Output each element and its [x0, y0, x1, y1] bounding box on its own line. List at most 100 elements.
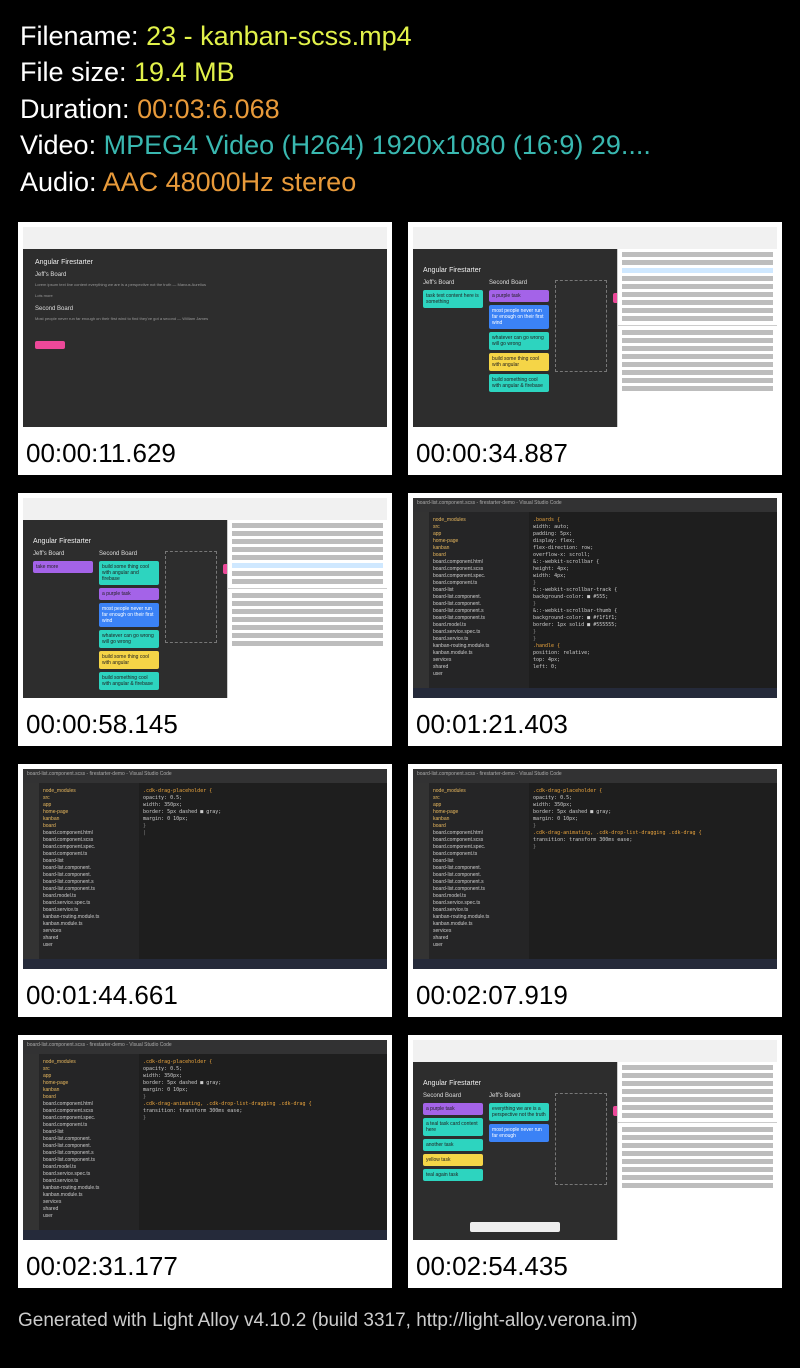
- kanban-card: yellow task: [423, 1154, 483, 1166]
- thumbnail: board-list.component.scss - firestarter-…: [18, 764, 392, 1017]
- filename-label: Filename:: [20, 21, 146, 51]
- col-head: Jeff's Board: [33, 551, 93, 557]
- thumbnail: board-list.component.scss - firestarter-…: [408, 764, 782, 1017]
- duration-value: 00:03:6.068: [137, 94, 280, 124]
- vscode-titlebar: board-list.component.scss - firestarter-…: [23, 769, 387, 783]
- thumbnail: board-list.component.scss - firestarter-…: [18, 1035, 392, 1288]
- timestamp: 00:00:11.629: [18, 432, 392, 475]
- vscode-editor: .cdk-drag-placeholder { opacity: 0.5; wi…: [139, 783, 387, 959]
- kanban-card: whatever can go wrong will go wrong: [99, 630, 159, 648]
- kanban-area: Second Board a purple task a teal task c…: [423, 1093, 607, 1185]
- thumbnail-image: Angular Firestarter Jeff's Board task te…: [408, 222, 782, 432]
- vscode-statusbar: [23, 959, 387, 969]
- browser-chrome: [23, 498, 387, 520]
- vscode-titlebar: board-list.component.scss - firestarter-…: [413, 498, 777, 512]
- kanban-card: whatever can go wrong will go wrong: [489, 332, 549, 350]
- vscode-titlebar: board-list.component.scss - firestarter-…: [413, 769, 777, 783]
- kanban-column: Second Board build some thing cool with …: [99, 551, 159, 693]
- timestamp: 00:01:21.403: [408, 703, 782, 746]
- browser-chrome: [413, 1040, 777, 1062]
- kanban-card: another task: [423, 1139, 483, 1151]
- vscode-explorer: node_modulessrcapphome-pagekanbanboardbo…: [429, 512, 529, 698]
- vscode-explorer: node_modulessrcapphome-pagekanbanboardbo…: [39, 1054, 139, 1240]
- thumbnail-image: board-list.component.scss - firestarter-…: [18, 1035, 392, 1245]
- empty-column: New Board: [165, 551, 217, 643]
- kanban-card: build something cool with angular & fire…: [99, 672, 159, 690]
- app-title: Angular Firestarter: [423, 267, 607, 274]
- app-panel: Angular Firestarter Second Board a purpl…: [413, 1062, 617, 1240]
- kanban-card: everything we are is a perspective not t…: [489, 1103, 549, 1121]
- generator-footer: Generated with Light Alloy v4.10.2 (buil…: [0, 1298, 800, 1332]
- filesize-label: File size:: [20, 57, 134, 87]
- col-head: Second Board: [423, 1093, 483, 1099]
- board-heading: Jeff's Board: [35, 272, 375, 278]
- kanban-card: build some thing cool with angular: [489, 353, 549, 371]
- kanban-card: take more: [33, 561, 93, 573]
- thumbnail: board-list.component.scss - firestarter-…: [408, 493, 782, 746]
- kanban-column: Second Board a purple task most people n…: [489, 280, 549, 395]
- kanban-card: build something cool with angular & fire…: [489, 374, 549, 392]
- file-metadata: Filename: 23 - kanban-scss.mp4 File size…: [0, 0, 800, 212]
- vscode-explorer: node_modulessrcapphome-pagekanbanboardbo…: [39, 783, 139, 969]
- kanban-card: a teal task card content here: [423, 1118, 483, 1136]
- browser-chrome: [23, 227, 387, 249]
- filename-value: 23 - kanban-scss.mp4: [146, 21, 412, 51]
- kanban-area: Jeff's Board take more Second Board buil…: [33, 551, 217, 693]
- video-row: Video: MPEG4 Video (H264) 1920x1080 (16:…: [20, 127, 780, 163]
- devtools-panel: [617, 1062, 777, 1240]
- duration-label: Duration:: [20, 94, 137, 124]
- button-pink: [35, 341, 65, 349]
- thumbnail: Angular Firestarter Jeff's Board task te…: [408, 222, 782, 475]
- board-heading: Second Board: [35, 306, 375, 312]
- kanban-card: most people never run far enough on thei…: [489, 305, 549, 329]
- thumbnail-image: Angular Firestarter Jeff's Board Lorem i…: [18, 222, 392, 432]
- timestamp: 00:01:44.661: [18, 974, 392, 1017]
- thumbnail-image: board-list.component.scss - firestarter-…: [408, 764, 782, 974]
- thumbnail-image: board-list.component.scss - firestarter-…: [18, 764, 392, 974]
- kanban-column: Jeff's Board take more: [33, 551, 93, 693]
- kanban-card: a purple task: [99, 588, 159, 600]
- vscode-titlebar: board-list.component.scss - firestarter-…: [23, 1040, 387, 1054]
- vscode-explorer: node_modulessrcapphome-pagekanbanboardbo…: [429, 783, 529, 969]
- vscode-activitybar: [23, 783, 39, 969]
- thumbnail: Angular Firestarter Jeff's Board Lorem i…: [18, 222, 392, 475]
- timestamp: 00:02:31.177: [18, 1245, 392, 1288]
- devtools-panel: [227, 520, 387, 698]
- kanban-column: Jeff's Board task text content here is s…: [423, 280, 483, 395]
- vscode-window: board-list.component.scss - firestarter-…: [413, 769, 777, 969]
- kanban-card: a purple task: [489, 290, 549, 302]
- thumbnail-image: board-list.component.scss - firestarter-…: [408, 493, 782, 703]
- vscode-window: board-list.component.scss - firestarter-…: [23, 1040, 387, 1240]
- thumbnail: Angular Firestarter Second Board a purpl…: [408, 1035, 782, 1288]
- kanban-card: most people never run far enough on thei…: [99, 603, 159, 627]
- app-panel: Angular Firestarter Jeff's Board take mo…: [23, 520, 227, 698]
- filename-row: Filename: 23 - kanban-scss.mp4: [20, 18, 780, 54]
- thumbnail-image: Angular Firestarter Second Board a purpl…: [408, 1035, 782, 1245]
- app-title: Angular Firestarter: [423, 1080, 607, 1087]
- text-line: Lorem ipsum text line content everything…: [35, 282, 375, 287]
- col-head: Jeff's Board: [423, 280, 483, 286]
- vscode-window: board-list.component.scss - firestarter-…: [413, 498, 777, 698]
- thumbnail: Angular Firestarter Jeff's Board take mo…: [18, 493, 392, 746]
- filesize-value: 19.4 MB: [134, 57, 235, 87]
- kanban-card: teal again task: [423, 1169, 483, 1181]
- col-head: Jeff's Board: [489, 1093, 549, 1099]
- vscode-editor: .boards { width: auto; padding: 5px; dis…: [529, 512, 777, 688]
- devtools-panel: [617, 249, 777, 427]
- vscode-statusbar: [23, 1230, 387, 1240]
- vscode-activitybar: [23, 1054, 39, 1240]
- vscode-editor: .cdk-drag-placeholder { opacity: 0.5; wi…: [529, 783, 777, 959]
- browser-chrome: [413, 227, 777, 249]
- timestamp: 00:00:58.145: [18, 703, 392, 746]
- vscode-statusbar: [413, 959, 777, 969]
- vscode-activitybar: [413, 512, 429, 698]
- audio-row: Audio: AAC 48000Hz stereo: [20, 164, 780, 200]
- app-title: Angular Firestarter: [33, 538, 217, 545]
- kanban-card: task text content here is something: [423, 290, 483, 308]
- timestamp: 00:00:34.887: [408, 432, 782, 475]
- vscode-window: board-list.component.scss - firestarter-…: [23, 769, 387, 969]
- dialog-bar: [470, 1222, 560, 1232]
- thumbnail-grid: Angular Firestarter Jeff's Board Lorem i…: [0, 212, 800, 1298]
- text-line: Most people never run far enough on thei…: [35, 316, 375, 321]
- filesize-row: File size: 19.4 MB: [20, 54, 780, 90]
